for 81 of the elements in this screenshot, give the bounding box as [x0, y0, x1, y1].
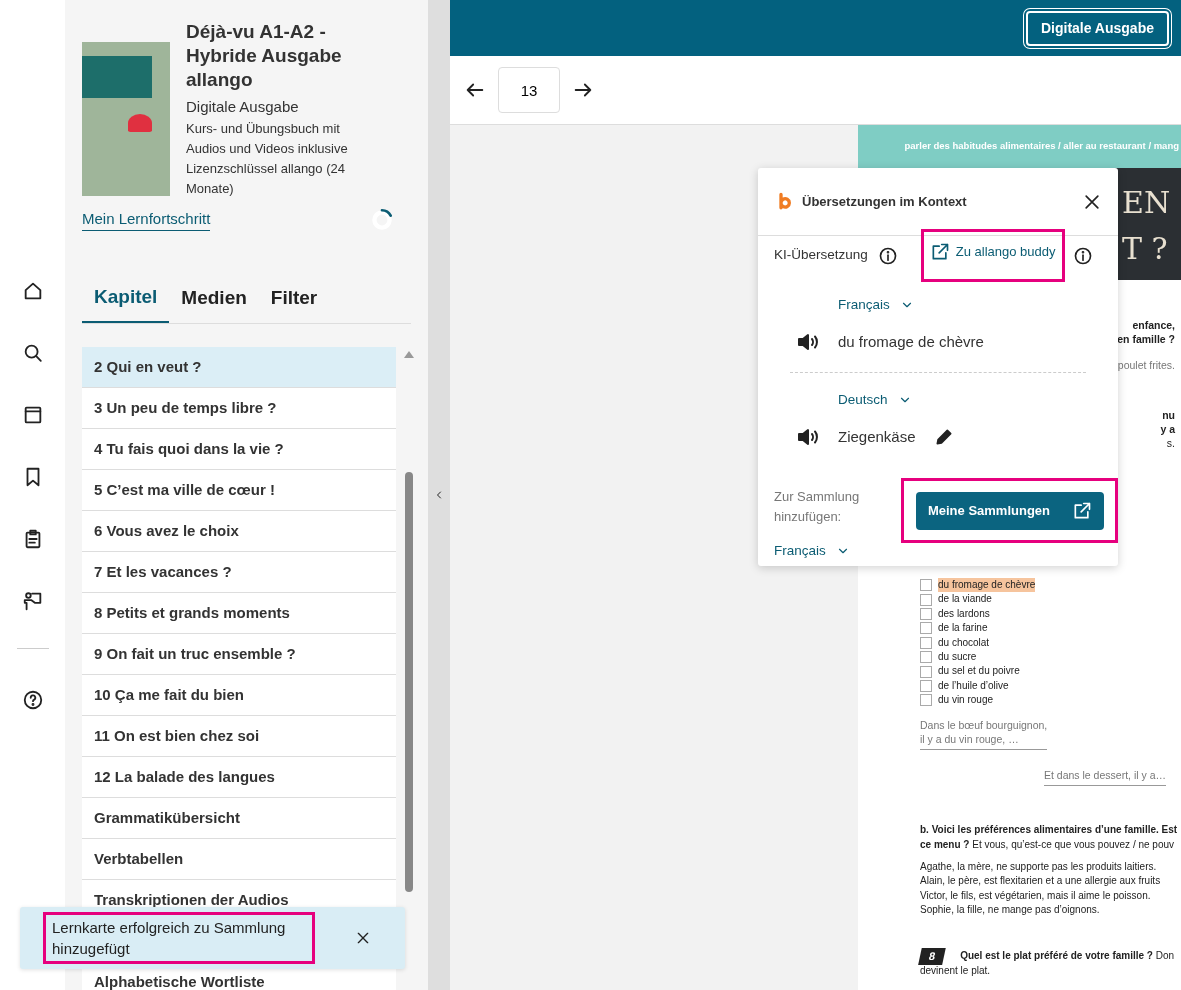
- checklist-label: des lardons: [938, 606, 990, 621]
- exercise-number: 8: [918, 947, 946, 965]
- close-button[interactable]: [355, 930, 371, 946]
- teacher-icon[interactable]: [21, 590, 44, 612]
- checkbox[interactable]: [920, 608, 932, 620]
- chapter-item[interactable]: Grammatikübersicht: [82, 798, 396, 839]
- checkbox[interactable]: [920, 622, 932, 635]
- checklist-label: de la farine: [938, 621, 988, 636]
- checkbox[interactable]: [920, 665, 932, 678]
- progress-link[interactable]: Mein Lernfortschritt: [82, 207, 211, 232]
- page-text: y a: [1160, 422, 1176, 436]
- chapter-item[interactable]: Verbtabellen: [82, 839, 396, 880]
- checkbox[interactable]: [920, 694, 932, 707]
- edition-button[interactable]: Digitale Ausgabe: [1025, 10, 1169, 46]
- checklist-label: de la viande: [938, 592, 992, 607]
- chapter-item[interactable]: 2 Qui en veut ?: [82, 347, 396, 388]
- chapter-item[interactable]: 8 Petits et grands moments: [82, 593, 396, 634]
- chapter-item[interactable]: 7 Et les vacances ?: [82, 552, 396, 593]
- checkbox[interactable]: [920, 593, 932, 606]
- tab[interactable]: Filter: [258, 276, 330, 323]
- progress-ring-icon: [369, 206, 395, 233]
- page-header-band: parler des habitudes alimentaires / aller au restaurant / mang: [858, 125, 1181, 168]
- speech-bubble: Et dans le dessert, il y a…: [1044, 767, 1166, 786]
- task-text: ce menu ? Et vous, qu’est-ce que vous pouvez / ne pouv: [920, 837, 1176, 852]
- book-title: Déjà-vu A1-A2 - Hybride Ausgabe allango: [186, 20, 343, 92]
- tab[interactable]: Medien: [169, 276, 259, 323]
- collections-button[interactable]: Meine Sammlungen: [915, 492, 1104, 530]
- speech-bubble: Dans le bœuf bourguignon, il y a du vin rouge, …: [920, 717, 1048, 750]
- page-title-text: T ?: [1122, 230, 1169, 268]
- checkbox[interactable]: [920, 636, 932, 649]
- page-text: en famille ?: [1117, 332, 1176, 346]
- external-link-icon: [1072, 501, 1092, 521]
- collection-label: Zur Sammlung hinzufügen:: [774, 488, 861, 526]
- book-edition: Digitale Ausgabe: [186, 97, 300, 117]
- exercise-text: devinent le plat.: [920, 964, 992, 979]
- info-icon[interactable]: [877, 245, 898, 266]
- chapter-item[interactable]: 4 Tu fais quoi dans la vie ?: [82, 429, 396, 470]
- language-dropdown[interactable]: Français: [774, 541, 899, 562]
- toast-message: Lernkarte erfolgreich zu Sammlung hinzugefügt: [43, 912, 315, 964]
- task-text: b. Voici les préférences alimentaires d’une famille. Est: [920, 822, 1179, 837]
- chapter-item[interactable]: 9 On fait un truc ensemble ?: [82, 634, 396, 675]
- language-dropdown[interactable]: Français: [838, 295, 914, 316]
- checklist-label: du fromage de chèvre: [938, 578, 1036, 593]
- book-description: Kurs- und Übungsbuch mit Audios und Videos inklusive Lizenzschlüssel allango (24 Monate): [186, 119, 349, 198]
- chapter-item[interactable]: 3 Un peu de temps libre ?: [82, 388, 396, 429]
- page-title-text: EN: [1122, 184, 1172, 222]
- checklist-label: du vin rouge: [938, 693, 994, 708]
- checkbox[interactable]: [920, 680, 932, 693]
- exercise-text: Quel est le plat préféré de votre famille ? Don: [960, 948, 1175, 963]
- checklist-label: de l’huile d’olive: [938, 678, 1009, 693]
- page-text: Sophie, la fille, ne mange pas d’oignons.: [920, 903, 1101, 918]
- page-text: Alain, le père, est flexitarien et a une allergie aux fruits: [920, 874, 1162, 889]
- page-text: enfance,: [1132, 318, 1176, 332]
- info-icon[interactable]: [1072, 245, 1093, 266]
- source-term: du fromage de chèvre: [838, 331, 984, 352]
- chapter-item[interactable]: 6 Vous avez le choix: [82, 511, 396, 552]
- chapter-item[interactable]: 12 La balade des langues: [82, 757, 396, 798]
- checklist-label: du sel et du poivre: [938, 664, 1020, 679]
- page-text: Victor, le fils, est végétarien, mais il aime le poisson.: [920, 888, 1152, 903]
- scroll-up-arrow[interactable]: [404, 351, 414, 358]
- page-text: nu: [1162, 408, 1176, 422]
- buddy-link[interactable]: Zu allango buddy: [929, 242, 1056, 262]
- checkbox[interactable]: [920, 579, 932, 592]
- popup-title: Übersetzungen im Kontext: [802, 192, 968, 211]
- page-text: Agathe, la mère, ne supporte pas les produits laitiers.: [920, 859, 1158, 874]
- language-dropdown[interactable]: Deutsch: [838, 390, 912, 411]
- page-number-field[interactable]: 13: [498, 67, 560, 113]
- scrollbar-thumb[interactable]: [405, 472, 413, 892]
- checklist-label: du sucre: [938, 650, 977, 665]
- chapter-item[interactable]: 11 On est bien chez soi: [82, 716, 396, 757]
- ai-translation-label: KI-Übersetzung: [774, 246, 868, 265]
- target-term: Ziegenkäse: [838, 426, 916, 447]
- checklist-label: du chocolat: [938, 635, 990, 650]
- help-icon[interactable]: [21, 689, 44, 711]
- close-icon: [355, 930, 371, 946]
- page-text: s.: [1166, 436, 1176, 450]
- chapter-item[interactable]: 10 Ça me fait du bien: [82, 675, 396, 716]
- page-text: poulet frites.: [1117, 358, 1176, 372]
- tab[interactable]: Kapitel: [82, 276, 170, 323]
- chapter-item[interactable]: 5 C’est ma ville de cœur !: [82, 470, 396, 511]
- checkbox[interactable]: [920, 651, 932, 664]
